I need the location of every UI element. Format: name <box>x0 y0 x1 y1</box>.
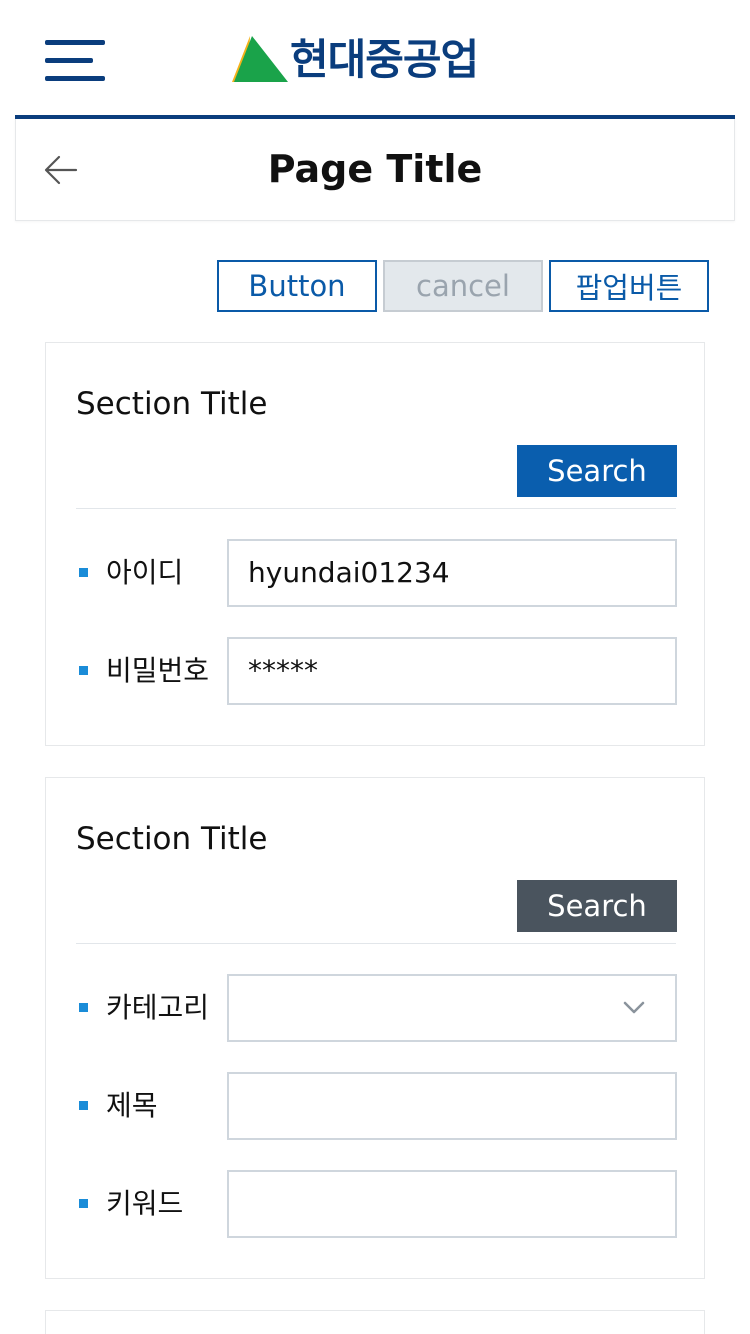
bullet-icon <box>79 1199 88 1208</box>
company-logo[interactable]: 현대중공업 <box>232 35 479 84</box>
id-input[interactable]: hyundai01234 <box>227 539 677 607</box>
logo-text: 현대중공업 <box>290 35 479 84</box>
form-row-title: 제목 <box>76 1072 677 1140</box>
section-title: Section Title <box>76 821 268 857</box>
section-divider <box>76 508 676 509</box>
next-section <box>45 1310 705 1334</box>
search-filter-section: Section Title Search 카테고리 제목 키워드 <box>45 777 705 1279</box>
title-input[interactable] <box>227 1072 677 1140</box>
title-bar: Page Title <box>15 119 735 221</box>
form-row-id: 아이디 hyundai01234 <box>76 539 677 607</box>
login-section: Section Title Search 아이디 hyundai01234 비밀… <box>45 342 705 746</box>
menu-icon[interactable] <box>45 40 105 82</box>
form-row-category: 카테고리 <box>76 974 677 1042</box>
category-select[interactable] <box>227 974 677 1042</box>
chevron-down-icon <box>623 1001 645 1014</box>
logo-triangle-icon <box>232 36 288 82</box>
category-label: 카테고리 <box>106 991 210 1024</box>
title-label: 제목 <box>106 1089 158 1122</box>
primary-outline-button[interactable]: Button <box>217 260 377 312</box>
id-label: 아이디 <box>106 556 184 589</box>
popup-button[interactable]: 팝업버튼 <box>549 260 709 312</box>
password-input[interactable]: ***** <box>227 637 677 705</box>
bullet-icon <box>79 666 88 675</box>
action-button-row: Button cancel 팝업버튼 <box>217 260 709 312</box>
search-button[interactable]: Search <box>517 445 677 497</box>
form-row-keyword: 키워드 <box>76 1170 677 1238</box>
page-title: Page Title <box>267 147 483 191</box>
section-divider <box>76 943 676 944</box>
cancel-button[interactable]: cancel <box>383 260 543 312</box>
app-header: 현대중공업 <box>0 0 750 120</box>
keyword-input[interactable] <box>227 1170 677 1238</box>
bullet-icon <box>79 568 88 577</box>
bullet-icon <box>79 1003 88 1012</box>
form-row-password: 비밀번호 ***** <box>76 637 677 705</box>
password-label: 비밀번호 <box>106 654 210 687</box>
keyword-label: 키워드 <box>106 1187 184 1220</box>
section-title: Section Title <box>76 386 268 422</box>
bullet-icon <box>79 1101 88 1110</box>
search-button[interactable]: Search <box>517 880 677 932</box>
